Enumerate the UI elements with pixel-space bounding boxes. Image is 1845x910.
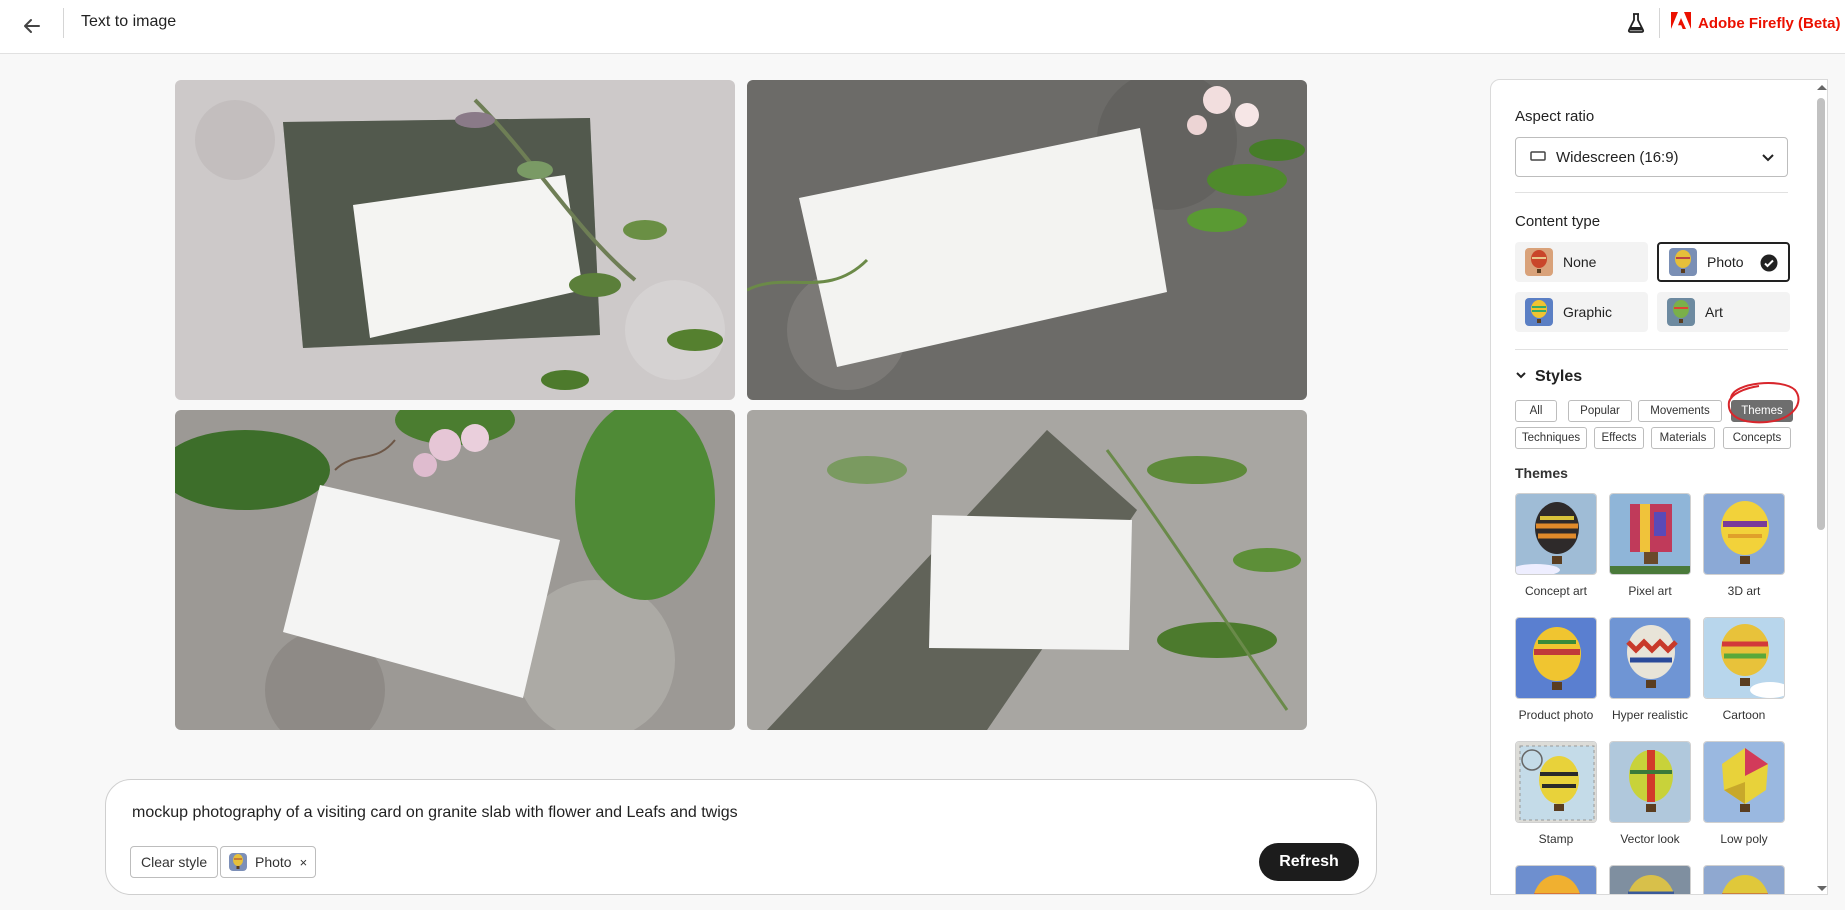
balloon-thumb-icon bbox=[1703, 741, 1785, 823]
themes-section-label: Themes bbox=[1515, 465, 1568, 481]
theme-label: Vector look bbox=[1620, 832, 1680, 846]
content-type-art-label: Art bbox=[1705, 304, 1723, 320]
content-type-none-label: None bbox=[1563, 254, 1597, 270]
styles-toggle[interactable]: Styles bbox=[1515, 368, 1582, 386]
header-divider-right bbox=[1659, 8, 1660, 38]
widescreen-icon bbox=[1530, 149, 1546, 166]
theme-tile-hyper-realistic[interactable]: Hyper realistic bbox=[1609, 617, 1691, 722]
brand-link[interactable]: Adobe Firefly (Beta) bbox=[1671, 12, 1841, 34]
generated-image-4[interactable] bbox=[747, 410, 1307, 730]
theme-label: 3D art bbox=[1727, 584, 1761, 598]
aspect-ratio-value: Widescreen (16:9) bbox=[1556, 148, 1679, 166]
theme-label: Stamp bbox=[1538, 832, 1574, 846]
balloon-thumb-icon bbox=[1515, 741, 1597, 823]
theme-tile-partial[interactable] bbox=[1703, 865, 1785, 894]
styles-label: Styles bbox=[1535, 368, 1583, 385]
theme-label: Concept art bbox=[1524, 584, 1588, 598]
checkmark-icon bbox=[1760, 254, 1778, 275]
tab-popular[interactable]: Popular bbox=[1568, 400, 1632, 422]
generated-image-1[interactable] bbox=[175, 80, 735, 400]
balloon-thumb-icon bbox=[1609, 493, 1691, 575]
aspect-ratio-select[interactable]: Widescreen (16:9) bbox=[1515, 137, 1788, 177]
theme-tile-pixel-art[interactable]: Pixel art bbox=[1609, 493, 1691, 598]
scroll-down-icon[interactable] bbox=[1815, 884, 1828, 894]
close-icon[interactable]: × bbox=[300, 855, 308, 870]
balloon-thumb-icon bbox=[1669, 248, 1697, 276]
app-header: Text to image Adobe Firefly (Beta) bbox=[0, 0, 1845, 54]
content-type-photo[interactable]: Photo bbox=[1657, 242, 1790, 282]
content-type-label: Content type bbox=[1515, 213, 1601, 230]
lab-flask-icon[interactable] bbox=[1624, 11, 1648, 35]
annotation-circle bbox=[1727, 382, 1800, 424]
theme-label: Low poly bbox=[1720, 832, 1768, 846]
theme-tile-product-photo[interactable]: Product photo bbox=[1515, 617, 1597, 722]
balloon-thumb-icon bbox=[1515, 865, 1597, 894]
balloon-thumb-icon bbox=[1667, 298, 1695, 326]
tab-techniques[interactable]: Techniques bbox=[1515, 427, 1587, 449]
clear-style-button[interactable]: Clear style bbox=[130, 846, 219, 878]
refresh-button[interactable]: Refresh bbox=[1259, 843, 1359, 881]
tab-all[interactable]: All bbox=[1515, 400, 1557, 422]
balloon-thumb-icon bbox=[1609, 617, 1691, 699]
balloon-thumb-icon bbox=[1515, 493, 1597, 575]
content-type-none[interactable]: None bbox=[1515, 242, 1648, 282]
content-type-photo-label: Photo bbox=[1707, 254, 1744, 270]
balloon-thumb-icon bbox=[1703, 493, 1785, 575]
aspect-ratio-label: Aspect ratio bbox=[1515, 108, 1595, 125]
theme-tile-partial[interactable] bbox=[1609, 865, 1691, 894]
tab-effects[interactable]: Effects bbox=[1594, 427, 1644, 449]
scroll-up-icon[interactable] bbox=[1815, 82, 1828, 92]
chevron-down-icon bbox=[1761, 150, 1775, 168]
theme-tile-stamp[interactable]: Stamp bbox=[1515, 741, 1597, 846]
theme-tile-concept-art[interactable]: Concept art bbox=[1515, 493, 1597, 598]
theme-label: Cartoon bbox=[1722, 708, 1766, 722]
adobe-logo-icon bbox=[1671, 12, 1691, 34]
brand-name: Adobe Firefly (Beta) bbox=[1698, 14, 1841, 32]
theme-tile-3d-art[interactable]: 3D art bbox=[1703, 493, 1785, 598]
generated-image-2[interactable] bbox=[747, 80, 1307, 400]
chip-label: Photo bbox=[255, 854, 292, 870]
theme-label: Product photo bbox=[1518, 708, 1594, 722]
balloon-thumb-icon bbox=[229, 853, 247, 871]
content-type-graphic[interactable]: Graphic bbox=[1515, 292, 1648, 332]
balloon-thumb-icon bbox=[1515, 617, 1597, 699]
theme-tile-vector-look[interactable]: Vector look bbox=[1609, 741, 1691, 846]
theme-tile-partial[interactable] bbox=[1515, 865, 1597, 894]
prompt-bar: mockup photography of a visiting card on… bbox=[105, 779, 1377, 895]
scroll-thumb[interactable] bbox=[1817, 98, 1825, 530]
balloon-thumb-icon bbox=[1525, 298, 1553, 326]
theme-label: Hyper realistic bbox=[1611, 708, 1689, 722]
back-arrow-icon[interactable] bbox=[18, 12, 46, 40]
balloon-thumb-icon bbox=[1525, 248, 1553, 276]
divider bbox=[1515, 349, 1788, 350]
balloon-thumb-icon bbox=[1703, 865, 1785, 894]
content-type-graphic-label: Graphic bbox=[1563, 304, 1613, 320]
theme-tile-low-poly[interactable]: Low poly bbox=[1703, 741, 1785, 846]
header-divider bbox=[63, 8, 64, 38]
prompt-input[interactable]: mockup photography of a visiting card on… bbox=[132, 804, 738, 822]
tab-materials[interactable]: Materials bbox=[1651, 427, 1715, 449]
generated-image-3[interactable] bbox=[175, 410, 735, 730]
content-type-chip: Photo × bbox=[220, 846, 317, 878]
theme-tile-cartoon[interactable]: Cartoon bbox=[1703, 617, 1785, 722]
theme-label: Pixel art bbox=[1628, 584, 1672, 598]
divider bbox=[1515, 192, 1788, 193]
tab-movements[interactable]: Movements bbox=[1638, 400, 1722, 422]
page-title: Text to image bbox=[81, 13, 177, 30]
balloon-thumb-icon bbox=[1703, 617, 1785, 699]
panel-scrollbar[interactable] bbox=[1813, 80, 1828, 894]
settings-panel: Aspect ratio Widescreen (16:9) Content t… bbox=[1490, 79, 1828, 895]
tab-concepts[interactable]: Concepts bbox=[1723, 427, 1791, 449]
content-type-art[interactable]: Art bbox=[1657, 292, 1790, 332]
chevron-down-icon bbox=[1515, 368, 1527, 386]
balloon-thumb-icon bbox=[1609, 865, 1691, 894]
balloon-thumb-icon bbox=[1609, 741, 1691, 823]
